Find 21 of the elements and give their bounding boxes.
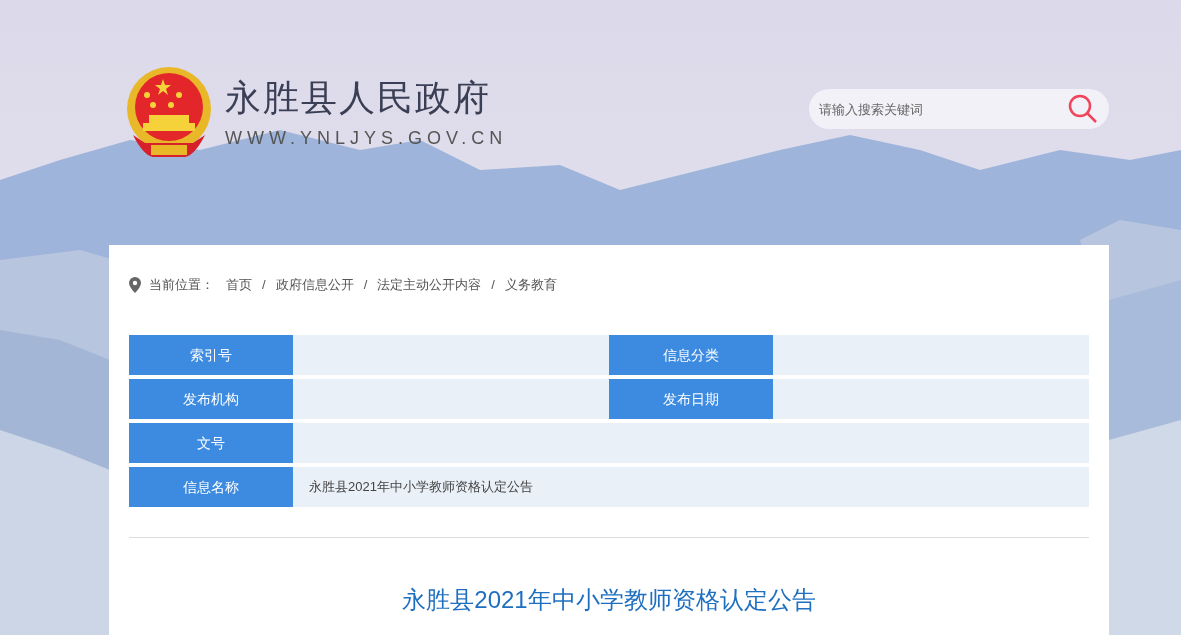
breadcrumb-link[interactable]: 政府信息公开 bbox=[275, 275, 354, 295]
search-field[interactable]: 请输入搜索关键词 bbox=[809, 89, 1109, 129]
breadcrumb-label: 当前位置： bbox=[149, 276, 214, 295]
breadcrumb-separator: / bbox=[491, 276, 495, 295]
info-label: 信息名称 bbox=[129, 467, 293, 507]
article-title: 永胜县2021年中小学教师资格认定公告 bbox=[402, 585, 816, 615]
search-icon[interactable] bbox=[1067, 94, 1099, 124]
location-pin-icon bbox=[129, 277, 141, 293]
breadcrumb-separator: / bbox=[363, 276, 368, 295]
info-value: 永胜县2021年中小学教师资格认定公告 bbox=[293, 467, 1089, 507]
breadcrumb-link[interactable]: 法定主动公开内容 bbox=[377, 275, 482, 295]
breadcrumb-link[interactable]: 义务教育 bbox=[504, 275, 557, 295]
breadcrumb-separator: / bbox=[262, 276, 266, 295]
info-label: 文号 bbox=[129, 423, 293, 463]
info-label: 索引号 bbox=[129, 335, 293, 375]
site-name: 永胜县人民政府 bbox=[225, 77, 492, 119]
info-label: 发布机构 bbox=[129, 379, 293, 419]
info-label: 信息分类 bbox=[609, 335, 773, 375]
breadcrumb-link[interactable]: 首页 bbox=[226, 275, 252, 295]
site-url: WWW.YNLJYS.GOV.CN bbox=[225, 127, 508, 149]
info-label: 发布日期 bbox=[609, 379, 773, 419]
